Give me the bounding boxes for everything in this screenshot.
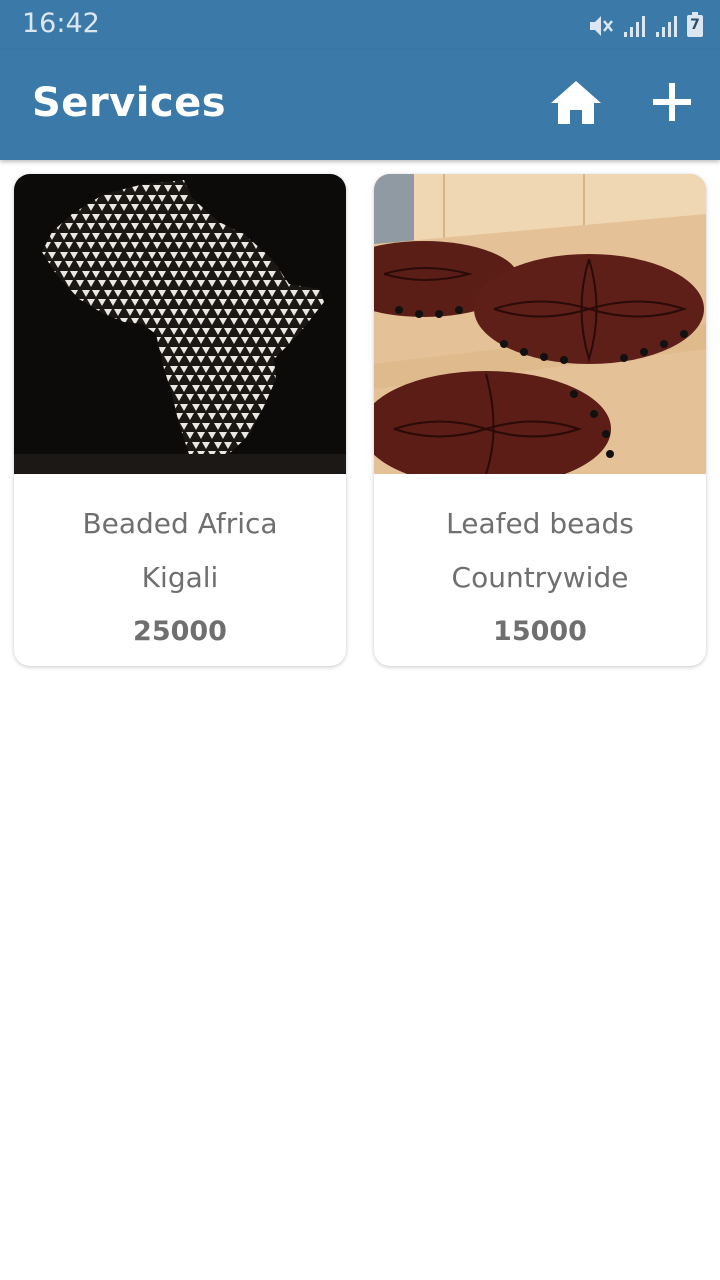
service-location: Kigali	[141, 561, 219, 594]
battery-level: 7	[690, 17, 700, 33]
signal-icon	[654, 14, 678, 38]
service-image-leafed-beads	[374, 174, 706, 474]
service-name: Leafed beads	[446, 507, 634, 540]
mute-icon	[588, 14, 614, 38]
service-card[interactable]: Beaded Africa Kigali 25000	[14, 174, 346, 666]
service-details: Beaded Africa Kigali 25000	[14, 504, 346, 652]
service-card[interactable]: Leafed beads Countrywide 15000	[374, 174, 706, 666]
status-time: 16:42	[22, 8, 100, 39]
service-details: Leafed beads Countrywide 15000	[374, 504, 706, 652]
add-button[interactable]	[646, 76, 698, 132]
service-price: 15000	[493, 616, 587, 647]
status-bar: 16:42 7	[0, 0, 720, 50]
app-bar: Services	[0, 50, 720, 160]
home-button[interactable]	[546, 76, 606, 132]
page-title: Services	[32, 80, 227, 126]
add-icon	[652, 82, 692, 126]
battery-icon: 7	[686, 12, 704, 38]
service-price: 25000	[133, 616, 227, 647]
home-icon	[549, 78, 603, 130]
service-image-beaded-africa	[14, 174, 346, 474]
signal-icon	[622, 14, 646, 38]
service-location: Countrywide	[451, 561, 629, 594]
service-name: Beaded Africa	[82, 507, 278, 540]
status-icons: 7	[588, 12, 704, 38]
